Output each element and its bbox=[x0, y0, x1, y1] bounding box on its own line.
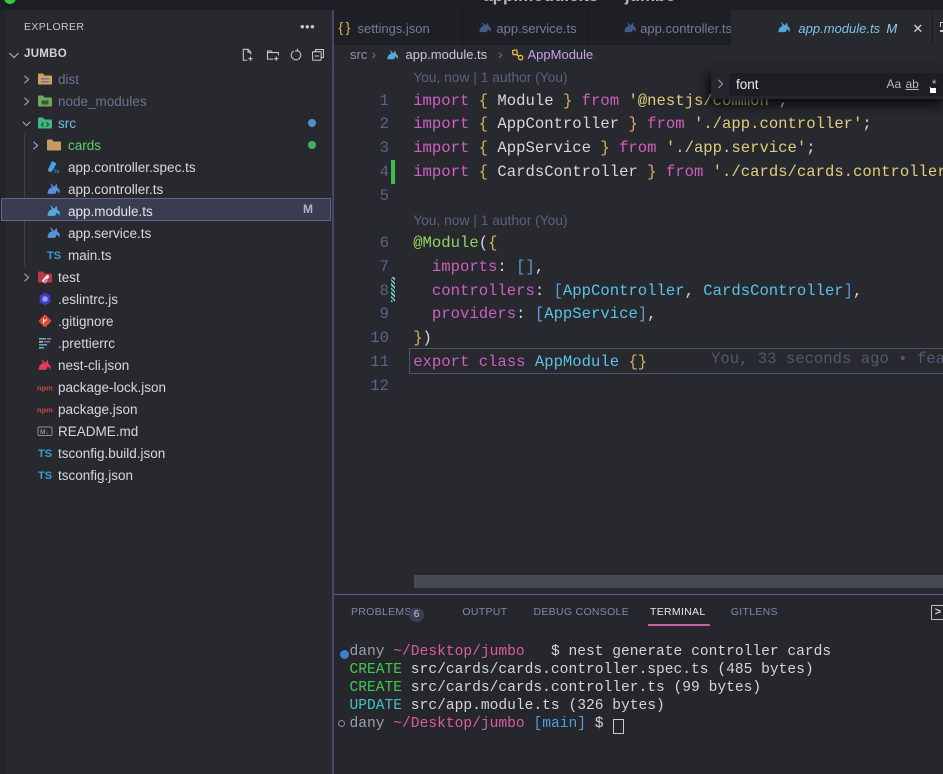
svg-text:npm: npm bbox=[37, 406, 53, 415]
svg-text:M↓: M↓ bbox=[40, 429, 49, 436]
svg-text:ts: ts bbox=[54, 169, 60, 175]
svg-text:npm: npm bbox=[37, 384, 53, 393]
svg-text:TS: TS bbox=[47, 250, 61, 262]
svg-text:TS: TS bbox=[38, 470, 52, 482]
svg-text:TS: TS bbox=[38, 448, 52, 460]
